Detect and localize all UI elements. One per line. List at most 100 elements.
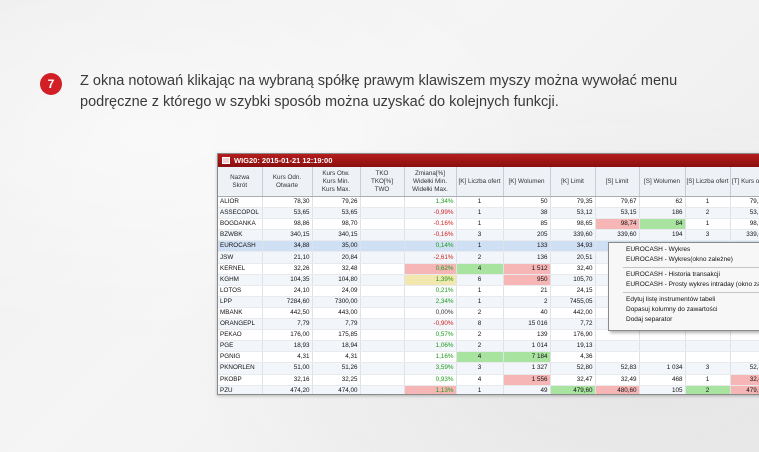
cell-change: 1,39%	[404, 274, 457, 286]
cell-name: KERNEL	[218, 263, 263, 275]
menu-separator	[623, 267, 759, 268]
cell-ref: 24,10	[262, 285, 313, 297]
table-row[interactable]: ASSECOPOL 53,65 53,65 -0,99% 1 38 53,12 53,15 18…	[218, 207, 759, 220]
column-header[interactable]: Kurs Otw. Kurs Min. Kurs Max.	[312, 167, 361, 197]
column-header[interactable]: [T] Kurs ost.	[730, 167, 759, 197]
cell-ref: 442,50	[262, 307, 313, 320]
cell-kcount: 1	[456, 385, 504, 394]
table-row[interactable]: PKOBP 32,16 32,25 0,93% 4 1 556 32,47 32,49 468 1…	[218, 374, 759, 386]
cell-svol: 468	[639, 374, 686, 386]
cell-klimit: 53,12	[550, 207, 596, 220]
cell-kcount: 3	[456, 229, 504, 242]
cell-change: 0,14%	[404, 240, 457, 253]
cell-scount	[685, 329, 731, 342]
column-header[interactable]: Kurs Odn. Otwarte	[262, 167, 313, 197]
cell-open: 53,65	[312, 207, 361, 220]
cell-open: 98,70	[312, 218, 361, 231]
menu-item-chart[interactable]: EUROCASH - Wykres	[609, 245, 759, 255]
cell-name: PZU	[218, 385, 263, 394]
column-header[interactable]: Nazwa Skrót	[218, 167, 263, 197]
column-header[interactable]: [K] Liczba ofert	[456, 167, 504, 197]
menu-item-edit-instruments[interactable]: Edytuj listę instrumentów tabeli	[609, 295, 759, 305]
cell-change: 2,34%	[404, 296, 457, 308]
menu-item-intraday-chart[interactable]: EUROCASH - Prosty wykres intraday (okno …	[609, 280, 759, 290]
table-row[interactable]: ALIOR78,3079,261,34%15079,3579,6762179,3…	[218, 196, 759, 209]
cell-name: EUROCASH	[218, 240, 263, 253]
cell-kvol: 1 512	[503, 263, 551, 275]
cell-kvol: 49	[503, 385, 551, 394]
cell-kvol: 950	[503, 274, 551, 286]
cell-klimit: 176,90	[550, 329, 596, 342]
table-row[interactable]: BZWBK 340,15 340,15 -0,16% 3 205 339,60 339,60 1…	[218, 229, 759, 242]
cell-tko	[360, 274, 405, 286]
cell-open: 104,80	[312, 274, 361, 286]
cell-change: 0,00%	[404, 307, 457, 320]
cell-kvol: 133	[503, 240, 551, 253]
cell-tko	[360, 285, 405, 297]
cell-slimit: 52,83	[595, 362, 640, 375]
cell-open: 4,31	[312, 351, 361, 364]
cell-ref: 340,15	[262, 229, 313, 242]
cell-svol: 1 034	[639, 362, 686, 375]
table-row[interactable]: BOGDANKA 98,86 98,70 -0,16% 1 85 98,65 98,74 84 1…	[218, 218, 759, 231]
cell-svol	[639, 340, 686, 353]
cell-klimit: 32,40	[550, 263, 596, 275]
cell-scount: 1	[685, 374, 731, 386]
cell-klimit: 20,51	[550, 251, 596, 264]
cell-slimit	[595, 329, 640, 342]
table-row[interactable]: PGE 18,93 18,94 1,06% 2 1 014 19,13	[218, 340, 759, 353]
cell-change: -0,16%	[404, 218, 457, 231]
cell-tlast: 479,55	[730, 385, 759, 394]
column-header[interactable]: [S] Wolumen	[639, 167, 686, 197]
cell-name: PEKAO	[218, 329, 263, 342]
cell-change: 1,34%	[404, 196, 457, 209]
context-menu: EUROCASH - Wykres EUROCASH - Wykres(okno…	[608, 242, 759, 331]
column-header[interactable]: TKO TKO[%] TWO	[360, 167, 405, 197]
column-header[interactable]: [S] Liczba ofert	[685, 167, 731, 197]
cell-change: 0,62%	[404, 263, 457, 275]
cell-klimit: 52,80	[550, 362, 596, 375]
cell-tko	[360, 229, 405, 242]
cell-name: PGNIG	[218, 351, 263, 364]
cell-open: 18,94	[312, 340, 361, 353]
cell-tko	[360, 340, 405, 353]
cell-name: ASSECOPOL	[218, 207, 263, 220]
window-title-bar[interactable]: WIG20: 2015-01-21 12:19:00	[218, 154, 759, 167]
table-row[interactable]: PEKAO 176,00 175,85 0,57% 2 139 176,90	[218, 329, 759, 342]
cell-scount: 3	[685, 229, 731, 242]
cell-ref: 4,31	[262, 351, 313, 364]
step-description: Z okna notowań klikając na wybraną spółk…	[80, 73, 678, 110]
cell-name: ORANGEPL	[218, 318, 263, 331]
column-header[interactable]: [S] Limit	[595, 167, 640, 197]
menu-item-transaction-history[interactable]: EUROCASH - Historia transakcji	[609, 270, 759, 280]
cell-tko	[360, 374, 405, 386]
cell-klimit: 19,13	[550, 340, 596, 353]
menu-item-chart-dependent[interactable]: EUROCASH - Wykres(okno zależne)	[609, 255, 759, 265]
cell-svol: 194	[639, 229, 686, 242]
cell-kcount: 2	[456, 251, 504, 264]
cell-tlast: 339,60	[730, 229, 759, 242]
table-row[interactable]: PZU 474,20 474,00 1,13% 1 49 479,60 480,60 105 2 4…	[218, 385, 759, 394]
cell-name: JSW	[218, 251, 263, 264]
cell-tko	[360, 207, 405, 220]
cell-scount	[685, 340, 731, 353]
cell-kvol: 15 016	[503, 318, 551, 331]
column-header[interactable]: [K] Wolumen	[503, 167, 551, 197]
cell-klimit: 24,15	[550, 285, 596, 297]
column-header[interactable]: [K] Limit	[550, 167, 596, 197]
menu-item-add-separator[interactable]: Dodaj separator	[609, 315, 759, 325]
menu-item-fit-columns[interactable]: Dopasuj kolumny do zawartości	[609, 305, 759, 315]
table-row[interactable]: PGNIG 4,31 4,31 1,16% 4 7 184 4,36	[218, 351, 759, 364]
cell-open: 443,00	[312, 307, 361, 320]
cell-klimit: 7455,05	[550, 296, 596, 308]
table-row[interactable]: PKNORLEN 51,00 51,26 3,59% 3 1 327 52,80 52,83 1…	[218, 362, 759, 375]
cell-name: PKNORLEN	[218, 362, 263, 375]
cell-name: KGHM	[218, 274, 263, 286]
cell-name: PKOBP	[218, 374, 263, 386]
cell-svol	[639, 351, 686, 364]
cell-kvol: 38	[503, 207, 551, 220]
cell-ref: 7284,60	[262, 296, 313, 308]
cell-svol: 84	[639, 218, 686, 231]
cell-tko	[360, 296, 405, 308]
column-header[interactable]: Zmiana[%] Widełki Min. Widełki Max.	[404, 167, 457, 197]
